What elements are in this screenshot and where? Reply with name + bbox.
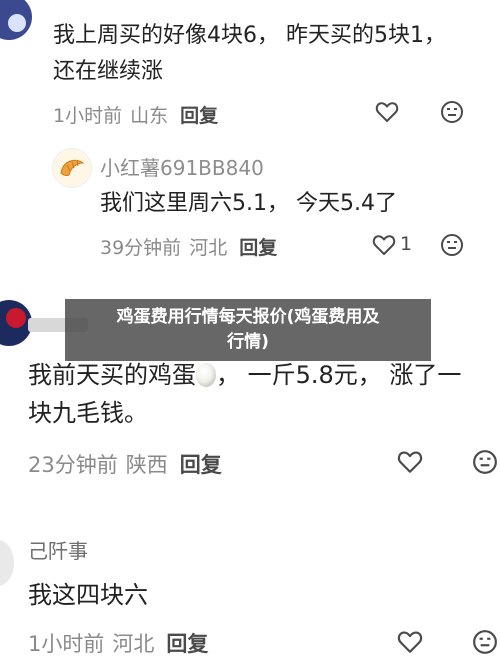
heart-outline-icon[interactable] bbox=[397, 630, 423, 654]
comment-username[interactable]: 小红薯691BB840 bbox=[100, 152, 264, 181]
title-banner: 鸡蛋费用行情每天报价(鸡蛋费用及 行情) bbox=[65, 299, 431, 361]
croissant-icon bbox=[60, 159, 85, 176]
heart-outline-icon[interactable] bbox=[397, 450, 423, 474]
comment-time: 39分钟前 bbox=[100, 237, 182, 259]
comment-text: 我们这里周六5.1， 今天5.4了 bbox=[100, 191, 397, 216]
reply-button[interactable]: 回复 bbox=[180, 453, 222, 477]
banner-title-line: 鸡蛋费用行情每天报价(鸡蛋费用及 bbox=[116, 307, 380, 327]
reply-button[interactable]: 回复 bbox=[239, 237, 277, 259]
comment-meta: 23分钟前 陕西 回复 bbox=[28, 449, 222, 479]
avatar[interactable] bbox=[0, 0, 32, 40]
like-count: 1 bbox=[400, 233, 413, 255]
reply-button[interactable]: 回复 bbox=[166, 632, 208, 656]
neutral-face-icon[interactable] bbox=[472, 629, 498, 655]
comment-text: 我这四块六 bbox=[28, 581, 148, 609]
comment-text-part: 我前天买的鸡蛋 bbox=[28, 361, 196, 389]
comment-location: 陕西 bbox=[125, 453, 168, 477]
comment-text: 我前天买的鸡蛋 ， 一斤5.8元， 涨了一 bbox=[28, 358, 461, 392]
comment-location: 河北 bbox=[189, 237, 228, 259]
comment-location: 河北 bbox=[112, 632, 155, 656]
banner-title-line: 行情) bbox=[227, 332, 269, 352]
reply-button[interactable]: 回复 bbox=[180, 105, 218, 127]
comment-text: 还在继续涨 bbox=[53, 59, 164, 84]
neutral-face-icon[interactable] bbox=[472, 449, 498, 475]
comment-time: 1小时前 bbox=[53, 105, 123, 127]
comment-meta: 1小时前 山东 回复 bbox=[53, 101, 218, 128]
comment-text-part: ， 一斤5.8元， 涨了一 bbox=[216, 361, 462, 389]
comment-username[interactable]: 己阡事 bbox=[28, 535, 88, 564]
comment-meta: 1小时前 河北 回复 bbox=[28, 628, 208, 658]
comment-location: 山东 bbox=[130, 105, 169, 127]
comment-text: 我上周买的好像4块6， 昨天买的5块1， bbox=[53, 23, 446, 48]
avatar[interactable] bbox=[0, 540, 14, 586]
egg-emoji bbox=[196, 363, 216, 387]
comment-time: 23分钟前 bbox=[28, 453, 118, 477]
heart-outline-icon[interactable] bbox=[372, 234, 396, 256]
comment-text: 块九毛钱。 bbox=[28, 399, 148, 427]
comment-meta: 39分钟前 河北 回复 bbox=[100, 233, 277, 260]
neutral-face-icon[interactable] bbox=[440, 100, 464, 124]
neutral-face-icon[interactable] bbox=[440, 233, 464, 257]
comment-time: 1小时前 bbox=[28, 632, 105, 656]
avatar[interactable] bbox=[52, 148, 92, 188]
heart-outline-icon[interactable] bbox=[375, 101, 399, 123]
